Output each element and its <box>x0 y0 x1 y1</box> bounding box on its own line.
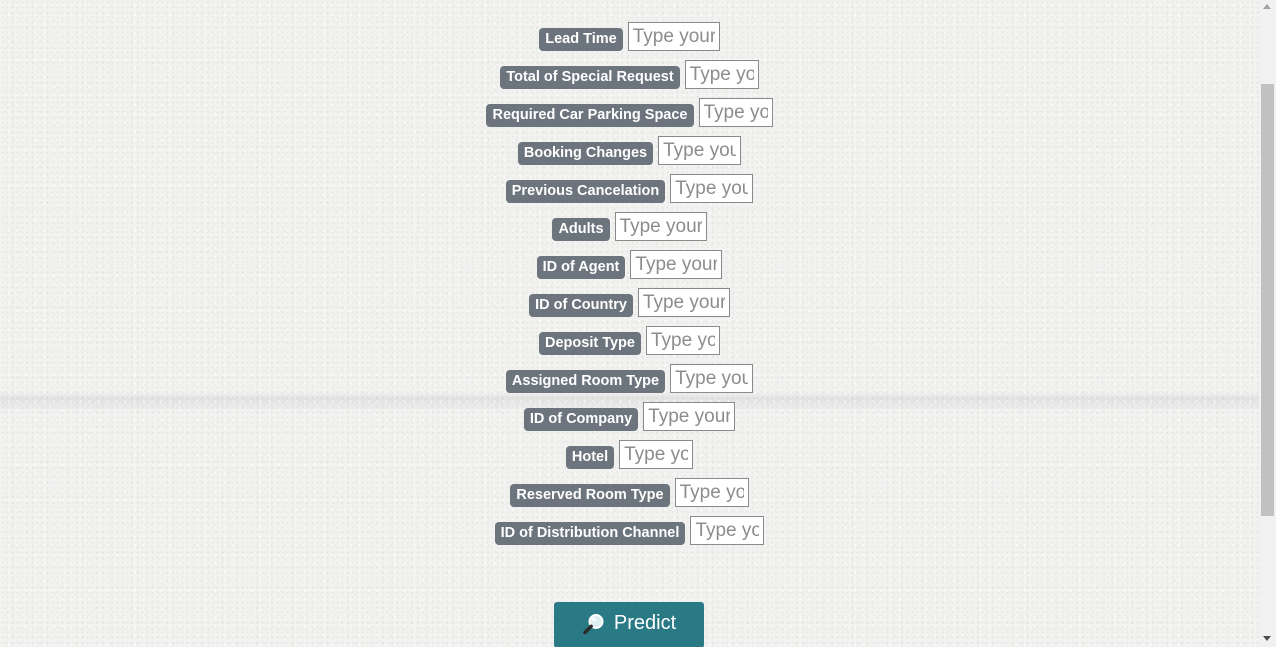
id-of-country-input[interactable] <box>637 288 730 317</box>
form-row-required-car-parking-space: Required Car Parking Space <box>0 98 1259 136</box>
form-row-id-of-distribution-channel: ID of Distribution Channel <box>0 516 1259 554</box>
field-label: Reserved Room Type <box>510 484 670 507</box>
assigned-room-type-input[interactable] <box>670 364 754 393</box>
scroll-up-arrow-icon[interactable] <box>1263 4 1271 9</box>
form-row-deposit-type: Deposit Type <box>0 326 1259 364</box>
form-row-id-of-company: ID of Company <box>0 402 1259 440</box>
predict-button-label: Predict <box>613 612 677 634</box>
form-row-assigned-room-type: Assigned Room Type <box>0 364 1259 402</box>
field-label: Total of Special Request <box>500 66 680 89</box>
field-label: Adults <box>552 218 610 241</box>
field-label: ID of Distribution Channel <box>494 522 686 545</box>
form-row-id-of-country: ID of Country <box>0 288 1259 326</box>
reserved-room-type-input[interactable] <box>674 478 749 507</box>
scroll-down-arrow-icon[interactable] <box>1263 636 1271 641</box>
field-label: Lead Time <box>539 28 623 51</box>
previous-cancelation-input[interactable] <box>670 174 754 203</box>
field-label: ID of Country <box>529 294 633 317</box>
field-label: Previous Cancelation <box>505 180 666 203</box>
field-label: Required Car Parking Space <box>486 104 694 127</box>
adults-input[interactable] <box>614 212 707 241</box>
vertical-scrollbar[interactable] <box>1259 0 1276 647</box>
form-row-id-of-agent: ID of Agent <box>0 250 1259 288</box>
required-car-parking-space-input[interactable] <box>698 98 773 127</box>
booking-changes-input[interactable] <box>658 136 742 165</box>
form-row-total-special-request: Total of Special Request <box>0 60 1259 98</box>
magnifier-icon <box>582 612 606 636</box>
form-row-previous-cancelation: Previous Cancelation <box>0 174 1259 212</box>
field-label: Assigned Room Type <box>505 370 666 393</box>
hotel-input[interactable] <box>619 440 694 469</box>
deposit-type-input[interactable] <box>645 326 720 355</box>
prediction-form: Lead Time Total of Special Request Requi… <box>0 22 1259 554</box>
field-label: ID of Company <box>523 408 639 431</box>
form-row-hotel: Hotel <box>0 440 1259 478</box>
scrollbar-thumb[interactable] <box>1261 84 1274 516</box>
id-of-agent-input[interactable] <box>630 250 723 279</box>
form-row-adults: Adults <box>0 212 1259 250</box>
page: Lead Time Total of Special Request Requi… <box>0 0 1259 647</box>
form-row-lead-time: Lead Time <box>0 22 1259 60</box>
form-row-reserved-room-type: Reserved Room Type <box>0 478 1259 516</box>
field-label: Booking Changes <box>517 142 654 165</box>
total-special-request-input[interactable] <box>684 60 759 89</box>
predict-button[interactable]: Predict <box>554 602 704 647</box>
form-row-booking-changes: Booking Changes <box>0 136 1259 174</box>
field-label: ID of Agent <box>536 256 626 279</box>
id-of-company-input[interactable] <box>643 402 736 431</box>
field-label: Hotel <box>565 446 615 469</box>
lead-time-input[interactable] <box>627 22 720 51</box>
field-label: Deposit Type <box>539 332 641 355</box>
id-of-distribution-channel-input[interactable] <box>690 516 765 545</box>
